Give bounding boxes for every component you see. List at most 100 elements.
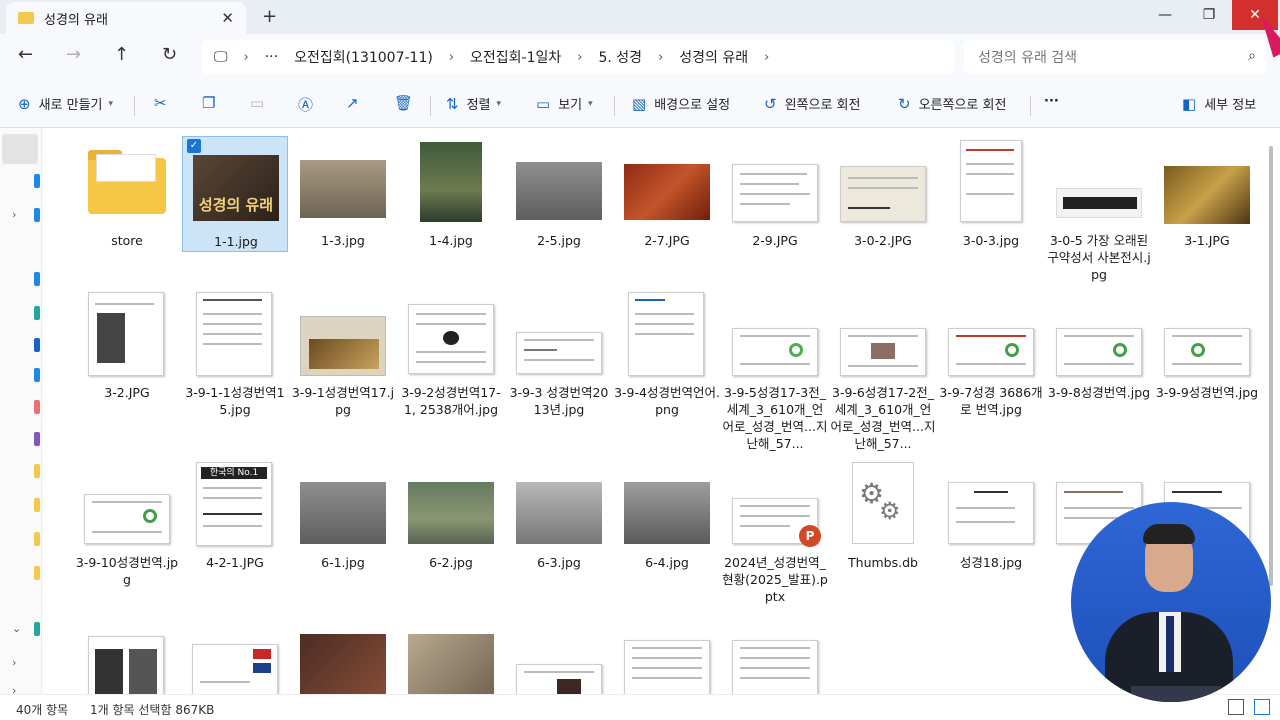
file-item[interactable] <box>506 624 612 694</box>
breadcrumb-item[interactable]: 5. 성경 <box>598 47 642 67</box>
file-item[interactable] <box>398 624 504 694</box>
file-item[interactable]: 3-0-2.JPG <box>830 136 936 252</box>
file-item[interactable]: 3-2.JPG <box>74 288 180 404</box>
minimize-button[interactable]: — <box>1142 0 1188 30</box>
file-item[interactable] <box>74 624 180 694</box>
breadcrumb-item[interactable]: 성경의 유래 <box>679 47 748 67</box>
file-item[interactable]: 3-9-1-1성경번역15.jpg <box>182 288 288 438</box>
search-icon[interactable]: ⌕ <box>1248 48 1256 64</box>
thumbnail-view-toggle[interactable] <box>1254 699 1270 715</box>
more-options-button[interactable]: ··· <box>1044 94 1059 109</box>
file-item[interactable]: 3-0-5 가장 오래된 구약성서 사본전시.jpg <box>1046 136 1152 286</box>
presenter-tie <box>1166 616 1174 672</box>
file-item[interactable] <box>722 624 828 694</box>
nav-item-icon[interactable] <box>34 498 40 512</box>
file-item[interactable]: 3-9-9성경번역.jpg <box>1154 288 1260 438</box>
details-pane-button[interactable]: ◧ 세부 정보 <box>1182 94 1256 114</box>
file-item[interactable]: 3-9-4성경번역언어.png <box>614 288 720 438</box>
file-item[interactable]: 3-9-2성경번역17-1, 2538개어.jpg <box>398 288 504 438</box>
pc-icon[interactable]: 🖵 <box>214 49 228 65</box>
share-button[interactable]: ↗ <box>346 94 367 112</box>
cut-button[interactable]: ✂ <box>154 94 175 112</box>
file-item[interactable]: 6-4.jpg <box>614 458 720 588</box>
file-item[interactable]: 2-9.JPG <box>722 136 828 252</box>
vertical-scrollbar-thumb[interactable] <box>1269 146 1273 586</box>
file-item[interactable]: 3-9-6성경17-2전_세계_3_610개_언어로_성경_번역...지난해_5… <box>830 288 936 468</box>
file-item[interactable] <box>182 624 288 694</box>
nav-item-icon[interactable] <box>34 432 40 446</box>
folder-item[interactable]: store <box>74 136 180 252</box>
set-background-button[interactable]: ▧ 배경으로 설정 <box>632 94 730 114</box>
breadcrumb[interactable]: 🖵 › ··· 오전집회(131007-11) › 오전집회-1일차 › 5. … <box>202 40 954 74</box>
file-item[interactable]: P 2024년_성경번역_현황(2025_발표).pptx <box>722 458 828 608</box>
file-item[interactable]: 한국의 No.1 4-2-1.JPG <box>182 458 288 588</box>
nav-item-icon[interactable] <box>34 174 40 188</box>
nav-item-icon[interactable] <box>34 622 40 636</box>
breadcrumb-separator[interactable]: › <box>449 50 454 65</box>
tab-current-folder[interactable]: 성경의 유래 ✕ <box>6 2 246 34</box>
nav-item-icon[interactable] <box>34 368 40 382</box>
breadcrumb-item[interactable]: 오전집회-1일차 <box>470 47 561 67</box>
rotate-right-button[interactable]: ↻ 오른쪽으로 회전 <box>898 94 1006 114</box>
file-item[interactable] <box>614 624 720 694</box>
file-item[interactable]: 1-4.jpg <box>398 136 504 252</box>
delete-button[interactable]: 🗑 <box>394 94 421 112</box>
rename-button[interactable]: Ⓐ <box>298 94 321 115</box>
file-name: 1-1.jpg <box>214 234 258 249</box>
sort-button[interactable]: ⇅ 정렬 ▾ <box>446 94 501 114</box>
file-item[interactable]: 6-1.jpg <box>290 458 396 588</box>
navigation-pane-selected-item[interactable] <box>2 134 38 164</box>
file-name: 3-9-1-1성경번역15.jpg <box>185 385 285 417</box>
new-tab-button[interactable]: + <box>262 6 277 27</box>
tab-close-button[interactable]: ✕ <box>221 9 234 27</box>
nav-item-icon[interactable] <box>34 208 40 222</box>
paste-button[interactable]: ▭ <box>250 94 272 112</box>
breadcrumb-separator[interactable]: › <box>577 50 582 65</box>
refresh-button[interactable]: ↻ <box>162 44 177 65</box>
nav-item-icon[interactable] <box>34 532 40 546</box>
breadcrumb-overflow[interactable]: ··· <box>265 49 278 65</box>
search-box[interactable]: 성경의 유래 검색 ⌕ <box>964 40 1266 74</box>
navigation-pane[interactable]: › ⌄ › › <box>0 128 42 697</box>
file-item[interactable]: 6-3.jpg <box>506 458 612 588</box>
chevron-down-icon[interactable]: ⌄ <box>12 622 21 635</box>
chevron-right-icon[interactable]: › <box>12 208 16 221</box>
file-item[interactable]: ⚙ ⚙ Thumbs.db <box>830 458 936 588</box>
breadcrumb-separator[interactable]: › <box>764 50 769 65</box>
nav-item-icon[interactable] <box>34 400 40 414</box>
nav-item-icon[interactable] <box>34 306 40 320</box>
file-item[interactable]: 6-2.jpg <box>398 458 504 588</box>
checkbox-checked-icon[interactable]: ✓ <box>187 139 201 153</box>
nav-item-icon[interactable] <box>34 464 40 478</box>
search-input[interactable]: 성경의 유래 검색 <box>978 47 1077 67</box>
file-item[interactable]: 3-9-7성경 3686개로 번역.jpg <box>938 288 1044 438</box>
file-item[interactable]: 2-5.jpg <box>506 136 612 252</box>
view-button[interactable]: ▭ 보기 ▾ <box>536 94 593 114</box>
copy-button[interactable]: ❐ <box>202 94 223 112</box>
file-item[interactable]: 1-3.jpg <box>290 136 396 252</box>
up-button[interactable]: ↑ <box>114 44 129 65</box>
file-item[interactable]: 3-1.JPG <box>1154 136 1260 252</box>
nav-item-icon[interactable] <box>34 272 40 286</box>
breadcrumb-separator[interactable]: › <box>244 50 249 65</box>
file-item[interactable] <box>290 624 396 694</box>
maximize-button[interactable]: ❐ <box>1186 0 1232 30</box>
back-button[interactable]: ← <box>18 44 33 65</box>
new-button[interactable]: ⊕ 새로 만들기 ▾ <box>18 94 113 114</box>
file-item[interactable]: 3-9-1성경번역17.jpg <box>290 288 396 438</box>
chevron-right-icon[interactable]: › <box>12 656 16 669</box>
file-item[interactable]: 3-9-8성경번역.jpg <box>1046 288 1152 438</box>
nav-item-icon[interactable] <box>34 566 40 580</box>
file-item[interactable]: 성경18.jpg <box>938 458 1044 588</box>
breadcrumb-separator[interactable]: › <box>658 50 663 65</box>
file-item-selected[interactable]: ✓ 성경의 유래 1-1.jpg <box>182 136 288 252</box>
rotate-left-button[interactable]: ↺ 왼쪽으로 회전 <box>764 94 860 114</box>
nav-item-icon[interactable] <box>34 338 40 352</box>
breadcrumb-item[interactable]: 오전집회(131007-11) <box>294 47 433 67</box>
file-item[interactable]: 3-9-5성경17-3전_세계_3_610개_언어로_성경_번역...지난해_5… <box>722 288 828 468</box>
file-item[interactable]: 3-9-3 성경번역2013년.jpg <box>506 288 612 438</box>
file-item[interactable]: 3-9-10성경번역.jpg <box>74 458 180 588</box>
file-item[interactable]: 3-0-3.jpg <box>938 136 1044 252</box>
file-item[interactable]: 2-7.JPG <box>614 136 720 252</box>
forward-button[interactable]: → <box>66 44 81 65</box>
